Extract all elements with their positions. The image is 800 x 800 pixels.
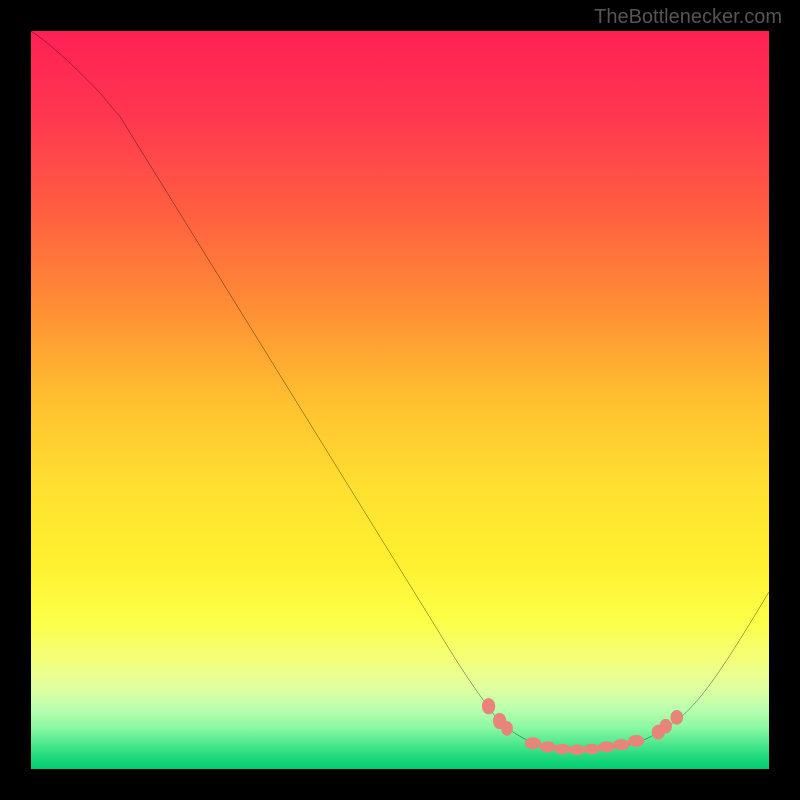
watermark-text: TheBottlenecker.com	[594, 6, 782, 29]
curve-line	[31, 31, 769, 750]
highlight-dots-group	[482, 698, 683, 755]
bottleneck-curve	[31, 31, 769, 769]
chart-area	[31, 31, 769, 769]
